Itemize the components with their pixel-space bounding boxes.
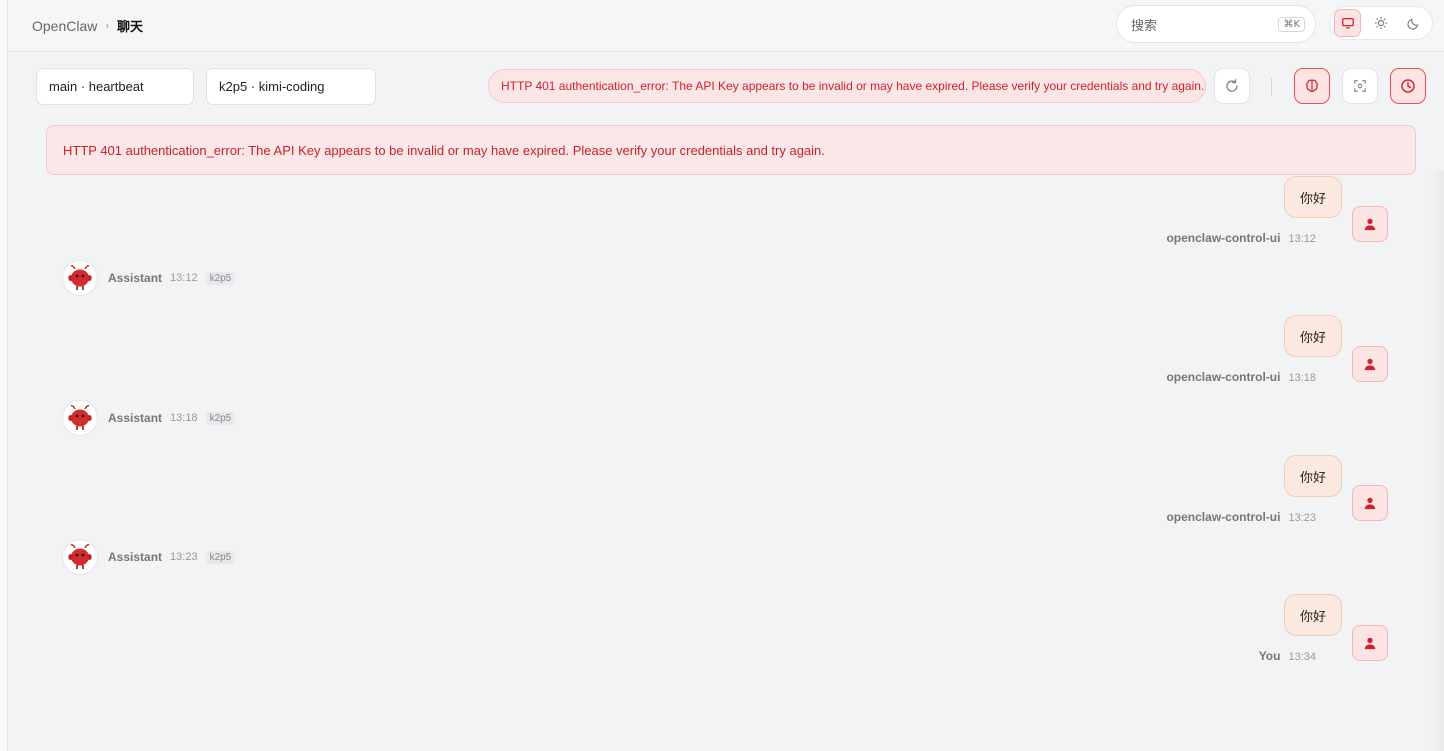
theme-system-button[interactable]	[1334, 9, 1362, 37]
sender-name: openclaw-control-ui	[1166, 370, 1281, 384]
message-time: 13:18	[170, 412, 198, 424]
assistant-message-meta: Assistant 13:12 k2p5	[108, 271, 236, 285]
message-time: 13:34	[1288, 651, 1316, 663]
monitor-icon	[1341, 17, 1354, 29]
user-message-bubble: 你好	[1284, 594, 1342, 636]
user-message-bubble: 你好	[1284, 176, 1342, 218]
model-tag: k2p5	[205, 550, 236, 564]
assistant-avatar	[62, 400, 98, 436]
assistant-message-meta: Assistant 13:23 k2p5	[108, 550, 236, 564]
left-rail	[0, 0, 8, 751]
moon-icon	[1407, 18, 1419, 30]
lobster-icon	[68, 405, 92, 430]
message-time: 13:23	[170, 551, 198, 563]
search-shortcut-badge: ⌘K	[1278, 16, 1305, 32]
history-button[interactable]	[1390, 68, 1426, 104]
clock-icon	[1401, 79, 1415, 93]
refresh-icon	[1226, 79, 1238, 92]
user-message-meta: openclaw-control-ui 13:18	[1166, 370, 1316, 384]
toolbar-divider	[1271, 78, 1272, 96]
search-placeholder: 搜索	[1131, 18, 1158, 34]
sender-name: openclaw-control-ui	[1166, 510, 1281, 524]
lobster-icon	[68, 544, 92, 569]
breadcrumb-root[interactable]: OpenClaw	[32, 18, 97, 34]
refresh-button[interactable]	[1214, 68, 1250, 104]
breadcrumb: OpenClaw › 聊天	[32, 16, 144, 36]
user-icon	[1364, 218, 1376, 231]
sun-icon	[1374, 16, 1388, 30]
message-time: 13:18	[1288, 372, 1316, 384]
theme-dark-button[interactable]	[1401, 9, 1428, 37]
theme-light-button[interactable]	[1367, 9, 1394, 37]
model-tag: k2p5	[205, 271, 236, 285]
lobster-icon	[68, 265, 92, 290]
user-message-bubble: 你好	[1284, 455, 1342, 497]
message-time: 13:12	[170, 272, 198, 284]
sender-name: You	[1258, 649, 1281, 663]
model-select[interactable]: k2p5 · kimi-coding	[206, 68, 376, 105]
breadcrumb-separator: ›	[105, 19, 110, 32]
assistant-name: Assistant	[108, 550, 163, 564]
assistant-name: Assistant	[108, 411, 163, 425]
assistant-avatar	[62, 539, 98, 575]
user-avatar	[1352, 625, 1388, 661]
brain-icon	[1306, 79, 1318, 93]
user-message-meta: You 13:34	[1259, 649, 1316, 663]
theme-toggle-group	[1329, 6, 1433, 40]
assistant-avatar	[62, 260, 98, 296]
error-banner: HTTP 401 authentication_error: The API K…	[46, 125, 1416, 175]
search-input[interactable]: 搜索 ⌘K	[1116, 5, 1316, 43]
error-status-pill: HTTP 401 authentication_error: The API K…	[488, 69, 1206, 103]
user-message-bubble: 你好	[1284, 315, 1342, 357]
focus-icon	[1354, 80, 1366, 92]
breadcrumb-current: 聊天	[117, 20, 144, 35]
message-time: 13:12	[1288, 233, 1316, 245]
user-avatar	[1352, 485, 1388, 521]
user-message-meta: openclaw-control-ui 13:23	[1166, 510, 1316, 524]
user-avatar	[1352, 206, 1388, 242]
top-bar: OpenClaw › 聊天 搜索 ⌘K	[8, 0, 1444, 52]
user-message-meta: openclaw-control-ui 13:12	[1166, 231, 1316, 245]
model-tag: k2p5	[205, 411, 236, 425]
user-icon	[1364, 497, 1376, 510]
sender-name: openclaw-control-ui	[1166, 231, 1281, 245]
assistant-name: Assistant	[108, 271, 163, 285]
focus-mode-button[interactable]	[1342, 68, 1378, 104]
user-icon	[1364, 358, 1376, 371]
session-select[interactable]: main · heartbeat	[36, 68, 194, 105]
message-time: 13:23	[1288, 512, 1316, 524]
assistant-message-meta: Assistant 13:18 k2p5	[108, 411, 236, 425]
user-avatar	[1352, 346, 1388, 382]
scroll-edge-shadow	[1430, 170, 1444, 751]
user-icon	[1364, 637, 1376, 650]
thinking-toggle-button[interactable]	[1294, 68, 1330, 104]
